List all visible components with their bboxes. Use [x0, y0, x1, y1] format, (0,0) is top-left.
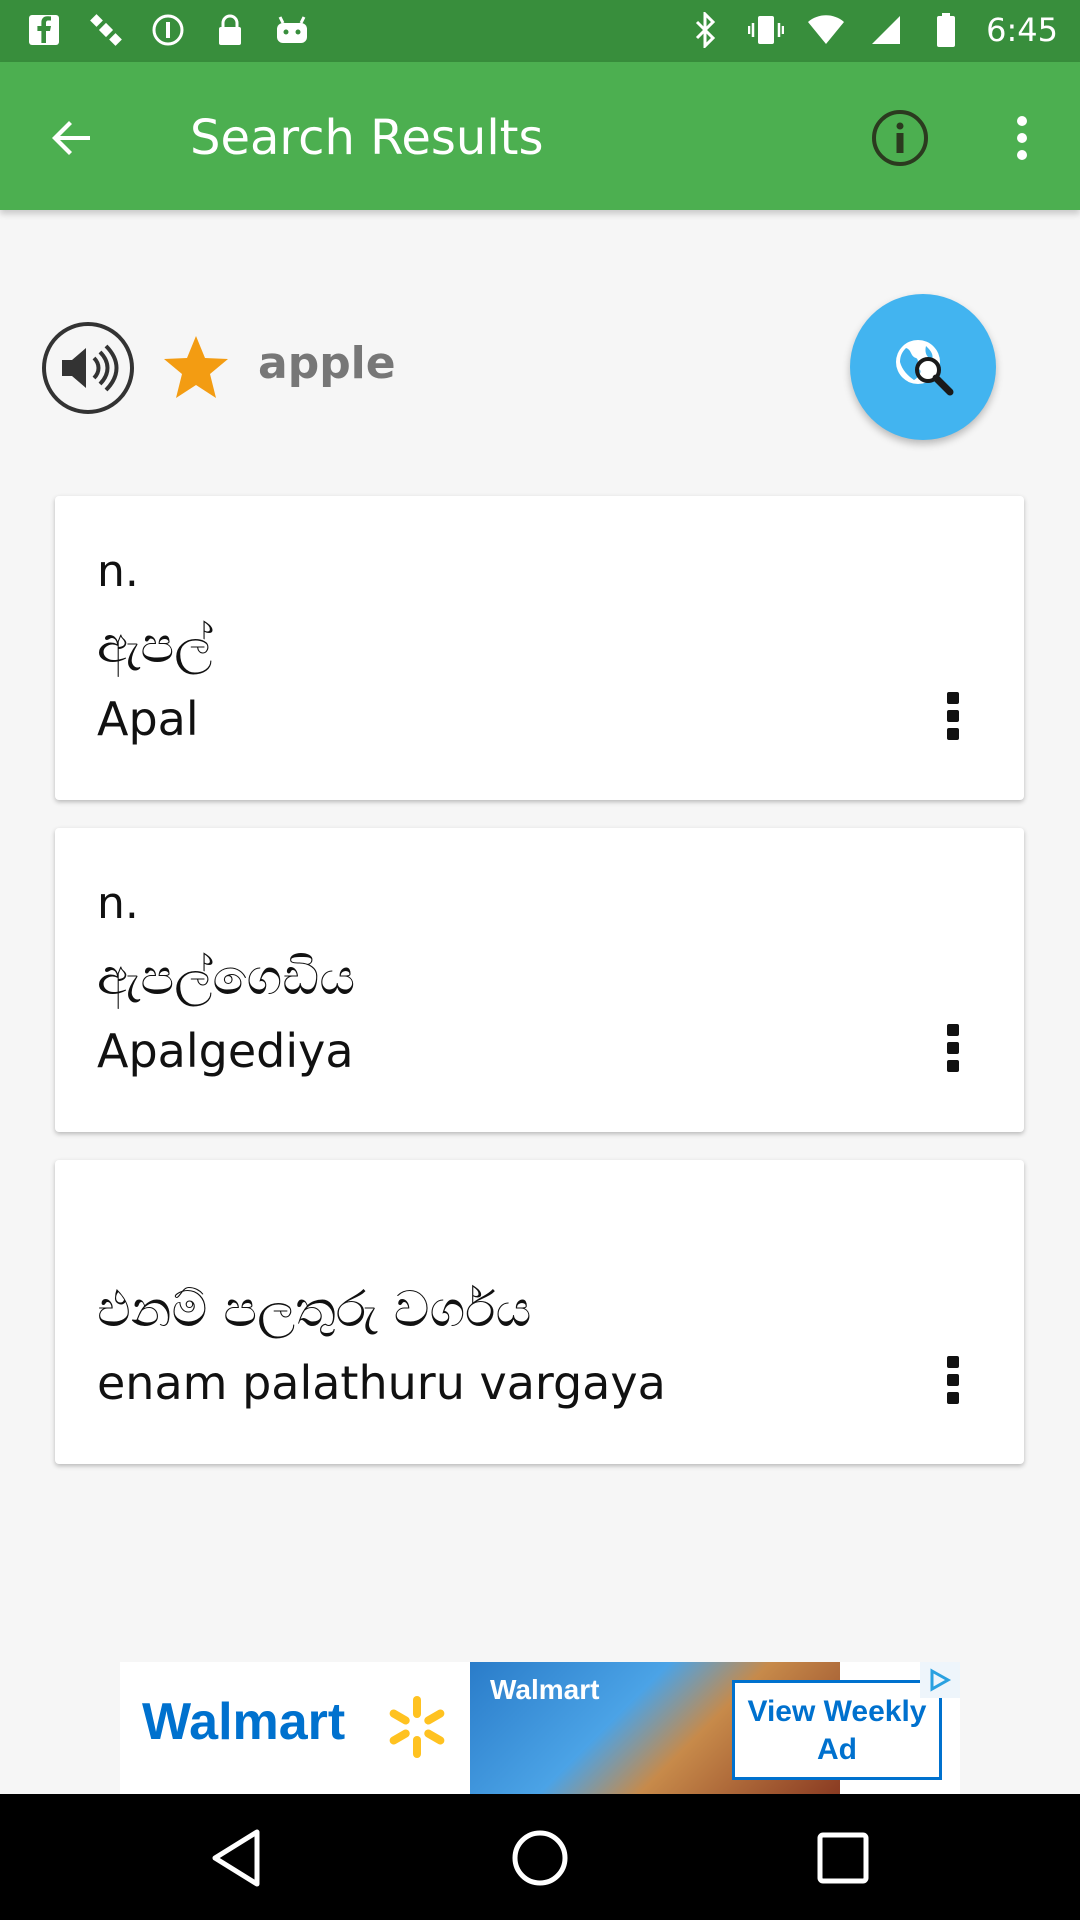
info-button[interactable] — [868, 106, 932, 170]
page-title: Search Results — [190, 110, 544, 166]
ad-photo-logo: Walmart — [490, 1674, 600, 1705]
ad-brand-logo: Walmart — [142, 1693, 346, 1751]
sinhala-translation: ඇපල්ගෙඩිය — [97, 948, 356, 1006]
result-card[interactable]: n. ඇපල් Apal — [55, 496, 1024, 800]
app-bar: Search Results — [0, 62, 1080, 210]
status-bar: 6:45 — [0, 0, 1080, 62]
ad-banner[interactable]: Walmart Walmart View Weekly Ad — [120, 1662, 960, 1794]
overflow-menu-button[interactable] — [990, 106, 1054, 170]
card-menu-button[interactable] — [925, 680, 981, 752]
part-of-speech: n. — [97, 878, 139, 929]
status-time: 6:45 — [986, 11, 1058, 49]
more-vert-icon — [947, 692, 959, 704]
system-nav-bar — [0, 1794, 1080, 1920]
speaker-icon — [62, 344, 119, 392]
nav-recents-button[interactable] — [807, 1822, 879, 1894]
transliteration: Apal — [97, 692, 199, 746]
battery-icon — [926, 10, 966, 50]
transliteration: Apalgediya — [97, 1024, 354, 1078]
back-triangle-icon — [212, 1829, 260, 1887]
vibrate-icon — [746, 10, 786, 50]
globe-search-icon — [896, 340, 954, 396]
sinhala-translation: ඇපල් — [97, 616, 213, 674]
home-circle-icon — [512, 1830, 568, 1886]
adchoices-icon[interactable] — [920, 1662, 960, 1698]
recents-square-icon — [817, 1832, 869, 1884]
transliteration: enam palathuru vargaya — [97, 1356, 666, 1410]
favorite-button[interactable] — [160, 332, 232, 404]
ad-cta-button[interactable]: View Weekly Ad — [732, 1680, 942, 1780]
part-of-speech: n. — [97, 546, 139, 597]
pronounce-button[interactable] — [42, 322, 134, 414]
sinhala-translation: එනම් පලතුරු වර්ගය — [97, 1280, 532, 1338]
search-word: apple — [258, 338, 396, 389]
back-button[interactable] — [40, 106, 104, 170]
at-icon — [148, 10, 188, 50]
arrow-left-icon — [52, 121, 90, 155]
nav-back-button[interactable] — [201, 1822, 273, 1894]
more-vert-icon — [947, 1356, 959, 1368]
info-icon — [872, 110, 928, 166]
satellite-icon — [86, 10, 126, 50]
star-icon — [164, 336, 228, 398]
lock-icon — [210, 10, 250, 50]
wifi-icon — [806, 10, 846, 50]
status-left-icons — [24, 10, 312, 50]
more-vert-icon — [947, 1024, 959, 1036]
status-right-icons: 6:45 — [686, 10, 1058, 50]
web-search-button[interactable] — [850, 294, 996, 440]
more-vert-icon — [1017, 116, 1027, 160]
signal-icon — [866, 10, 906, 50]
nav-home-button[interactable] — [504, 1822, 576, 1894]
card-menu-button[interactable] — [925, 1012, 981, 1084]
walmart-spark-icon — [389, 1696, 445, 1758]
result-card[interactable]: එනම් පලතුරු වර්ගය enam palathuru vargaya — [55, 1160, 1024, 1464]
facebook-icon — [24, 10, 64, 50]
word-header: apple — [0, 280, 1080, 460]
bluetooth-icon — [686, 10, 726, 50]
card-menu-button[interactable] — [925, 1344, 981, 1416]
android-icon — [272, 10, 312, 50]
result-card[interactable]: n. ඇපල්ගෙඩිය Apalgediya — [55, 828, 1024, 1132]
